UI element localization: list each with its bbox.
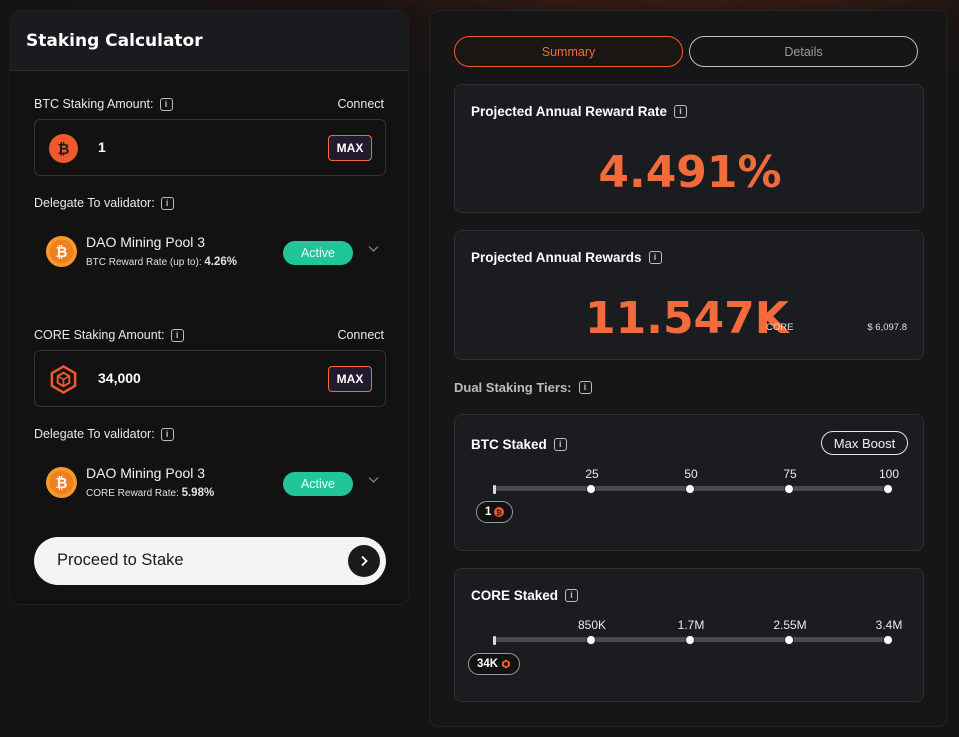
core-staked-title-row: CORE Staked i [471,588,579,603]
annual-reward-rate-card: Projected Annual Reward Rate i 4.491% [454,84,924,213]
btc-current-stake-value: 1 [485,506,492,518]
btc-validator-name: DAO Mining Pool 3 [86,234,206,250]
annual-rewards-usd: $ 6,097.8 [867,322,907,333]
btc-amount-input[interactable]: ₿ 1 MAX [34,119,386,176]
info-icon[interactable]: i [160,196,174,210]
btc-tier-tick-label: 75 [783,467,797,481]
svg-text:₿: ₿ [56,476,68,492]
core-tier-tick [586,634,596,645]
btc-tier-tick-label: 25 [585,467,599,481]
core-delegate-label-row: Delegate To validator: i [34,427,174,441]
proceed-label: Proceed to Stake [57,551,184,569]
btc-reward-rate: BTC Reward Rate (up to): 4.26% [86,256,237,268]
dual-staking-tiers-label: Dual Staking Tiers: [454,380,572,395]
bitcoin-icon: ₿ [49,134,78,163]
core-validator-select[interactable]: ₿ DAO Mining Pool 3 CORE Reward Rate: 5.… [46,464,386,504]
btc-tier-tick-label: 100 [878,467,900,481]
proceed-to-stake-button[interactable]: Proceed to Stake [34,537,386,585]
annual-reward-rate-title-row: Projected Annual Reward Rate i [471,104,688,119]
btc-delegate-label-row: Delegate To validator: i [34,196,174,210]
core-validator-status-badge: Active [283,472,353,496]
core-reward-rate-label: CORE Reward Rate: [86,488,179,499]
core-amount-value[interactable]: 34,000 [98,370,141,386]
calculator-title: Staking Calculator [10,11,408,71]
annual-rewards-value: 11.547K [585,293,789,344]
core-max-button[interactable]: MAX [328,366,372,392]
core-tier-tick [883,634,893,645]
btc-current-stake-badge: 1 ₿ [476,501,514,523]
svg-text:₿: ₿ [58,142,70,158]
btc-staked-title: BTC Staked [471,437,547,452]
annual-reward-rate-value: 4.491% [598,147,782,198]
btc-reward-rate-label: BTC Reward Rate (up to): [86,257,202,268]
core-staked-tier-card: CORE Staked i 850K 1.7M 2.55M 3.4M 34K [454,568,924,702]
bitcoin-icon: ₿ [46,236,77,267]
core-hexagon-icon [502,659,511,669]
btc-amount-label-row: BTC Staking Amount: i [34,97,173,111]
core-hexagon-icon [50,365,77,394]
info-icon[interactable]: i [578,381,592,394]
chevron-right-icon [348,545,380,577]
core-tier-tick [784,634,794,645]
btc-max-button[interactable]: MAX [328,135,372,161]
core-validator-name: DAO Mining Pool 3 [86,465,206,481]
chevron-down-icon[interactable] [368,475,379,487]
btc-validator-select[interactable]: ₿ DAO Mining Pool 3 BTC Reward Rate (up … [46,233,386,273]
core-tier-tick-label: 3.4M [875,618,903,632]
bitcoin-icon: ₿ [494,507,505,517]
svg-text:₿: ₿ [56,245,68,261]
info-icon[interactable]: i [674,105,688,118]
core-tier-tick-label: 2.55M [773,618,807,632]
tab-summary[interactable]: Summary [454,36,683,67]
info-icon[interactable]: i [159,97,173,111]
core-reward-rate: CORE Reward Rate: 5.98% [86,487,214,499]
core-tier-tick [685,634,695,645]
core-amount-input[interactable]: 34,000 MAX [34,350,386,407]
bitcoin-icon: ₿ [46,467,77,498]
results-panel: Summary Details Projected Annual Reward … [429,10,948,727]
core-reward-rate-value: 5.98% [181,487,215,499]
btc-tier-tick [586,483,596,494]
svg-text:₿: ₿ [497,509,503,517]
btc-delegate-label: Delegate To validator: [34,196,155,210]
core-tier-slider-handle[interactable] [493,636,496,645]
core-delegate-label: Delegate To validator: [34,427,155,441]
annual-rewards-card: Projected Annual Rewards i 11.547K CORE … [454,230,924,360]
btc-staked-tier-card: BTC Staked i Max Boost 25 50 75 100 1 ₿ [454,414,924,551]
btc-tier-slider-handle[interactable] [493,485,496,494]
core-connect-link[interactable]: Connect [337,328,384,342]
info-icon[interactable]: i [648,251,662,264]
info-icon[interactable]: i [565,589,579,602]
staking-calculator-panel: Staking Calculator BTC Staking Amount: i… [9,10,409,605]
core-staked-title: CORE Staked [471,588,559,603]
core-tier-tick-label: 1.7M [677,618,705,632]
core-current-stake-badge: 34K [468,653,521,675]
annual-rewards-unit: CORE [766,322,794,333]
btc-tier-tick [883,483,893,494]
core-amount-label: CORE Staking Amount: [34,328,165,342]
btc-tier-tick [784,483,794,494]
tab-details[interactable]: Details [689,36,918,67]
btc-staked-title-row: BTC Staked i [471,437,567,452]
core-amount-label-row: CORE Staking Amount: i [34,328,184,342]
btc-validator-status-badge: Active [283,241,353,265]
btc-tier-tick [685,483,695,494]
btc-tier-tick-label: 50 [684,467,698,481]
annual-reward-rate-title: Projected Annual Reward Rate [471,104,668,119]
chevron-down-icon[interactable] [368,244,379,256]
btc-reward-rate-value: 4.26% [204,256,237,268]
annual-rewards-title: Projected Annual Rewards [471,250,642,265]
core-current-stake-value: 34K [477,658,499,670]
info-icon[interactable]: i [553,438,567,451]
max-boost-button[interactable]: Max Boost [821,431,908,455]
btc-connect-link[interactable]: Connect [337,97,384,111]
core-tier-tick-label: 850K [577,618,607,632]
btc-amount-label: BTC Staking Amount: [34,97,154,111]
btc-amount-value[interactable]: 1 [98,139,106,155]
dual-staking-tiers-row: Dual Staking Tiers: i [454,380,592,395]
info-icon[interactable]: i [170,328,184,342]
annual-rewards-title-row: Projected Annual Rewards i [471,250,662,265]
info-icon[interactable]: i [160,427,174,441]
